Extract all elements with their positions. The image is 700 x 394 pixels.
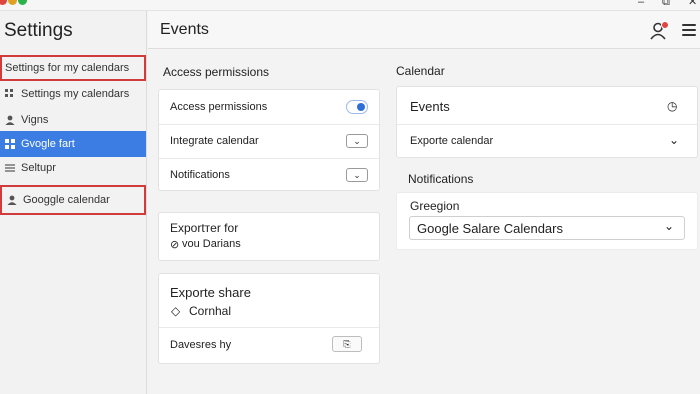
sidebar-item-settings-my-calendars[interactable]: Settings my calendars xyxy=(0,81,146,107)
sidebar-item-seltupr[interactable]: Seltupr xyxy=(0,155,146,181)
notifications-dropdown-icon[interactable]: ⌄ xyxy=(346,168,368,182)
divider xyxy=(159,124,379,125)
clipboard-icon[interactable]: ⎘ xyxy=(332,336,362,352)
export-card-line1: Exportтer for xyxy=(170,221,239,235)
access-permissions-toggle[interactable] xyxy=(346,100,368,114)
calendar-card: Events ◷ Exporte calendar ⌄ xyxy=(396,86,698,158)
access-permissions-heading: Access permissions xyxy=(163,65,270,79)
close-traffic-light-icon[interactable] xyxy=(0,0,7,5)
sidebar-item-gvogle-fart[interactable]: Gvogle fart xyxy=(0,131,146,157)
sliders-icon xyxy=(5,163,15,173)
chevron-down-icon[interactable]: ⌄ xyxy=(669,133,679,147)
share-card: Exporte share ◇ Cornhal Davesres hy ⎘ xyxy=(158,273,380,364)
row-label: Access permissions xyxy=(170,101,268,113)
close-icon[interactable]: ✕ xyxy=(688,0,697,8)
sidebar-item-vigns[interactable]: Vigns xyxy=(0,107,146,133)
maximize-traffic-light-icon[interactable] xyxy=(18,0,27,5)
sidebar-title: Settings xyxy=(4,20,73,41)
window-titlebar: ‒ ⧉ ✕ xyxy=(0,0,700,11)
sidebar-item-label: Vigns xyxy=(21,114,49,126)
notifications-heading: Notifications xyxy=(408,172,474,186)
circle-slash-icon: ⊘ xyxy=(170,239,180,251)
divider xyxy=(397,124,697,125)
restore-icon[interactable]: ⧉ xyxy=(662,0,670,8)
permissions-card: Access permissions Integrate calendar ⌄ … xyxy=(158,89,380,191)
calendar-select-value: Google Salare Calendars xyxy=(417,221,563,236)
sidebar-item-label: Googgle calendar xyxy=(23,194,110,206)
share-card-subtitle: Cornhal xyxy=(189,304,232,318)
person-icon xyxy=(7,195,17,205)
diamond-icon: ◇ xyxy=(171,304,181,318)
sidebar-item-label: Settings my calendars xyxy=(21,88,130,100)
grid-dots-icon xyxy=(5,89,15,99)
share-card-title: Exporte share xyxy=(170,285,251,300)
chevron-down-icon: ⌄ xyxy=(664,219,675,233)
export-card[interactable]: Exportтer for ⊘ vou Darians xyxy=(158,212,380,261)
row-label: Davesres hy xyxy=(170,339,232,351)
divider xyxy=(159,158,379,159)
row-label: Notifications xyxy=(170,169,230,181)
hamburger-menu-icon[interactable] xyxy=(682,24,696,36)
grid-icon xyxy=(5,139,15,149)
calendar-select[interactable]: Google Salare Calendars ⌄ xyxy=(409,216,685,240)
divider xyxy=(159,327,379,328)
calendar-heading: Calendar xyxy=(396,64,445,78)
notification-badge xyxy=(661,21,669,29)
notifications-card: Greegion Google Salare Calendars ⌄ xyxy=(396,192,698,250)
calendar-card-title: Events xyxy=(410,99,450,114)
person-icon xyxy=(5,115,15,125)
export-card-line2: vou Darians xyxy=(182,238,241,250)
minimize-traffic-light-icon[interactable] xyxy=(8,0,17,5)
sidebar-item-googgle-calendar[interactable]: Googgle calendar xyxy=(0,185,146,215)
sidebar-item-label: Settings for my calendars xyxy=(5,62,130,74)
integrate-calendar-dropdown-icon[interactable]: ⌄ xyxy=(346,134,368,148)
row-label: Exporte calendar xyxy=(410,135,494,147)
sidebar-item-label: Gvogle fart xyxy=(21,138,75,150)
main-header: Events xyxy=(148,11,700,49)
region-label: Greegion xyxy=(410,199,460,213)
sidebar: Settings Settings for my calendars Setti… xyxy=(0,11,147,394)
sidebar-item-settings-for-my-calendars[interactable]: Settings for my calendars xyxy=(0,55,146,81)
page-title: Events xyxy=(160,21,209,38)
sidebar-item-label: Seltupr xyxy=(21,162,56,174)
clock-icon[interactable]: ◷ xyxy=(667,99,677,113)
minimize-icon[interactable]: ‒ xyxy=(638,0,644,8)
row-label: Integrate calendar xyxy=(170,135,259,147)
